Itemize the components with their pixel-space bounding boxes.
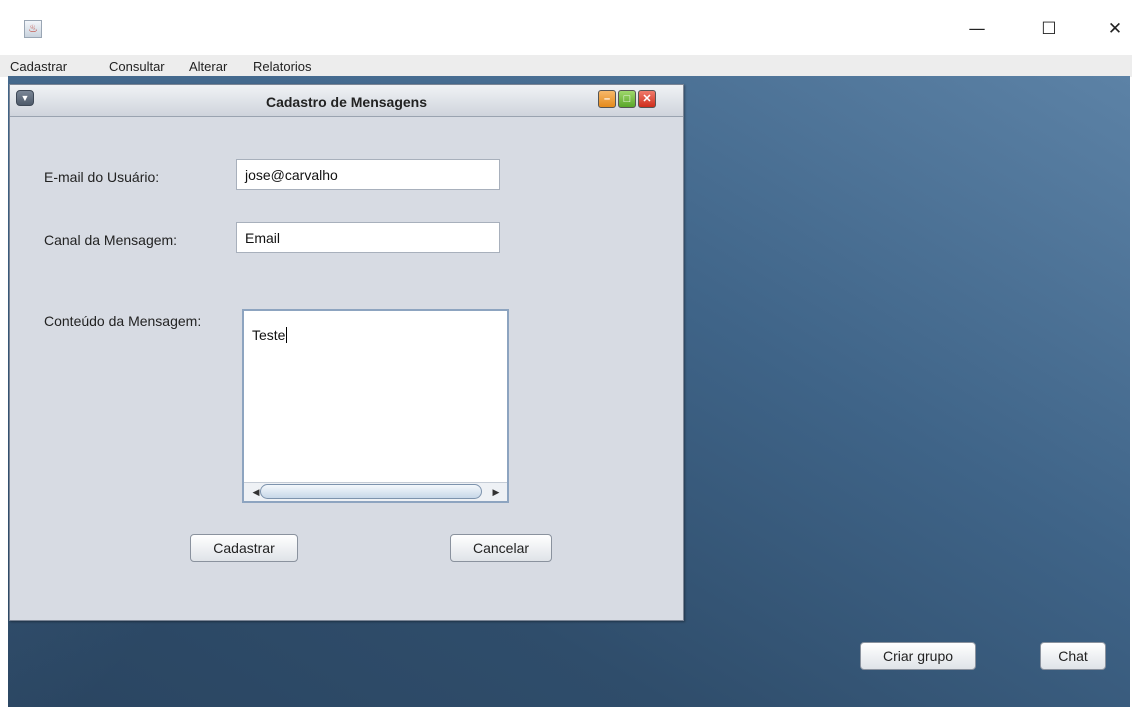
close-icon[interactable]: ✕ — [1100, 18, 1130, 42]
conteudo-label: Conteúdo da Mensagem: — [44, 313, 202, 329]
menubar: Cadastrar Consultar Alterar Relatorios — [0, 55, 1132, 77]
maximize-icon[interactable]: ☐ — [1034, 18, 1064, 42]
scrollbar-thumb[interactable] — [260, 484, 482, 499]
frame-titlebar[interactable]: ▼ Cadastro de Mensagens – □ ✕ — [10, 85, 683, 117]
canal-label: Canal da Mensagem: — [44, 232, 178, 248]
criar-grupo-button[interactable]: Criar grupo — [860, 642, 976, 670]
frame-maximize-icon[interactable]: □ — [618, 90, 636, 108]
menu-consultar[interactable]: Consultar — [109, 59, 165, 74]
menu-cadastrar[interactable]: Cadastrar — [10, 59, 67, 74]
cadastro-mensagens-frame: ▼ Cadastro de Mensagens – □ ✕ E-mail do … — [9, 84, 684, 621]
window-titlebar: ♨ — ☐ ✕ — [0, 0, 1132, 48]
menu-relatorios[interactable]: Relatorios — [253, 59, 312, 74]
cadastrar-button[interactable]: Cadastrar — [190, 534, 298, 562]
scroll-right-icon[interactable]: ▶ — [490, 485, 502, 499]
frame-minimize-icon[interactable]: – — [598, 90, 616, 108]
email-label: E-mail do Usuário: — [44, 169, 160, 185]
minimize-icon[interactable]: — — [962, 18, 992, 42]
menu-alterar[interactable]: Alterar — [189, 59, 227, 74]
conteudo-textarea[interactable]: Teste ◀ ▶ — [242, 309, 509, 503]
conteudo-text: Teste — [252, 327, 286, 343]
email-field[interactable]: jose@carvalho — [236, 159, 500, 190]
frame-close-icon[interactable]: ✕ — [638, 90, 656, 108]
frame-title: Cadastro de Mensagens — [265, 94, 428, 110]
canal-field[interactable]: Email — [236, 222, 500, 253]
text-caret — [286, 327, 288, 343]
cancelar-button[interactable]: Cancelar — [450, 534, 552, 562]
chat-button[interactable]: Chat — [1040, 642, 1106, 670]
java-cup-icon[interactable]: ♨ — [24, 20, 42, 38]
horizontal-scrollbar[interactable]: ◀ ▶ — [244, 482, 507, 501]
